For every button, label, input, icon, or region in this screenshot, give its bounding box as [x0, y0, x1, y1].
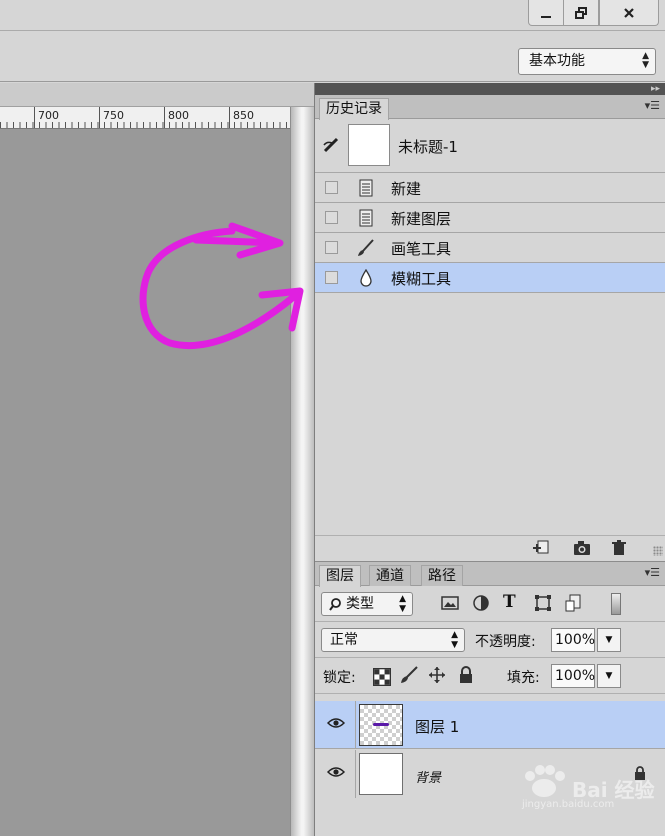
blur-drop-icon	[360, 269, 372, 287]
shape-layer-filter-icon[interactable]	[534, 594, 552, 612]
history-snapshot[interactable]: 未标题-1	[315, 119, 665, 173]
lock-position-icon[interactable]	[428, 666, 446, 684]
divider	[355, 701, 356, 749]
minimize-button[interactable]	[528, 0, 564, 26]
history-source-checkbox[interactable]	[325, 271, 338, 284]
fill-label: 填充:	[507, 670, 540, 686]
layer-thumbnail[interactable]	[359, 704, 403, 746]
new-document-from-state-icon[interactable]	[532, 540, 550, 556]
visibility-eye-icon[interactable]	[327, 717, 345, 729]
tab-channels[interactable]: 通道	[369, 565, 411, 586]
history-brush-icon	[323, 137, 339, 153]
canvas-area: 700 750 800 850	[0, 83, 314, 836]
lock-all-icon[interactable]	[457, 666, 475, 684]
resize-grip[interactable]	[653, 546, 663, 556]
ruler-label: 700	[38, 109, 59, 122]
layer-name: 图层 1	[415, 718, 460, 736]
chevron-updown-icon: ▲ ▼	[451, 630, 458, 650]
layer-filter-row: 类型 ▲ ▼ T	[315, 586, 665, 622]
history-tab-strip: 历史记录 ▾☰	[315, 95, 665, 120]
layer-name: 背景	[415, 771, 442, 786]
document-icon	[359, 179, 373, 197]
history-state[interactable]: 新建	[315, 173, 665, 203]
brush-icon	[358, 239, 374, 256]
history-state[interactable]: 新建图层	[315, 203, 665, 233]
lock-transparent-pixels-icon[interactable]	[373, 668, 391, 686]
trash-icon[interactable]	[611, 540, 627, 556]
history-state-selected[interactable]: 模糊工具	[315, 263, 665, 293]
history-panel: 历史记录 ▾☰ 未标题-1 新建 新建图层 画笔工具 模糊工具	[315, 95, 665, 559]
watermark: Bai 经验 jingyan.baidu.com	[510, 762, 660, 814]
ruler-label: 850	[233, 109, 254, 122]
workspace-select[interactable]: 基本功能 ▲ ▼	[518, 48, 656, 75]
filter-toggle-switch[interactable]	[611, 593, 621, 615]
restore-icon	[575, 6, 587, 19]
type-layer-filter-icon[interactable]: T	[503, 592, 516, 612]
panel-menu-icon[interactable]: ▾☰	[645, 566, 660, 579]
lock-row: 锁定: 填充: 100% ▼	[315, 658, 665, 694]
opacity-dropdown-button[interactable]: ▼	[597, 628, 621, 652]
watermark-url: jingyan.baidu.com	[522, 799, 615, 810]
layers-tab-strip: 图层 通道 路径 ▾☰	[315, 562, 665, 587]
opacity-input[interactable]: 100%	[551, 628, 595, 652]
panel-dock: ▸▸ 历史记录 ▾☰ 未标题-1 新建 新建图层 画笔工具 模糊工具 图层 通道…	[314, 83, 665, 836]
history-state-label: 新建图层	[391, 210, 452, 228]
tab-history[interactable]: 历史记录	[319, 98, 389, 120]
history-source-checkbox[interactable]	[325, 211, 338, 224]
history-state-label: 模糊工具	[391, 270, 452, 288]
options-bar: 基本功能 ▲ ▼	[0, 30, 665, 82]
vertical-scrollbar[interactable]	[290, 107, 314, 836]
filter-kind-label: 类型	[346, 596, 374, 612]
snapshot-label: 未标题-1	[398, 138, 458, 156]
document-tab-bar	[0, 83, 314, 107]
filter-kind-select[interactable]: 类型 ▲ ▼	[321, 592, 413, 616]
double-chevron-right-icon: ▸▸	[650, 84, 660, 94]
tab-paths[interactable]: 路径	[421, 565, 463, 586]
tab-layers[interactable]: 图层	[319, 565, 361, 587]
ruler-label: 800	[168, 109, 189, 122]
lock-image-pixels-icon[interactable]	[400, 666, 418, 684]
document-icon	[359, 209, 373, 227]
divider	[355, 750, 356, 798]
chevron-updown-icon: ▲ ▼	[399, 594, 406, 614]
history-source-checkbox[interactable]	[325, 181, 338, 194]
chevron-updown-icon: ▲ ▼	[642, 51, 649, 70]
paw-logo-icon	[525, 765, 565, 797]
blend-mode-select[interactable]: 正常 ▲ ▼	[321, 628, 465, 652]
horizontal-ruler: 700 750 800 850	[0, 107, 290, 129]
blend-row: 正常 ▲ ▼ 不透明度: 100% ▼	[315, 622, 665, 658]
document-canvas[interactable]	[0, 129, 290, 836]
window-title-bar	[0, 0, 665, 30]
lock-label: 锁定:	[323, 670, 356, 686]
fill-dropdown-button[interactable]: ▼	[597, 664, 621, 688]
blend-mode-label: 正常	[330, 632, 358, 648]
close-icon	[624, 7, 634, 18]
adjustment-layer-filter-icon[interactable]	[472, 594, 490, 612]
snapshot-thumbnail	[348, 124, 390, 166]
search-icon	[329, 598, 341, 611]
smart-object-filter-icon[interactable]	[565, 594, 583, 612]
stroke-preview	[373, 723, 389, 726]
pixel-layer-filter-icon[interactable]	[441, 594, 459, 612]
close-button[interactable]	[599, 0, 659, 26]
workspace-label: 基本功能	[529, 53, 585, 69]
fill-input[interactable]: 100%	[551, 664, 595, 688]
ruler-minor-ticks	[0, 122, 290, 128]
history-state-label: 新建	[391, 180, 422, 198]
visibility-eye-icon[interactable]	[327, 766, 345, 778]
layer-thumbnail[interactable]	[359, 753, 403, 795]
camera-icon[interactable]	[573, 540, 591, 556]
history-footer	[315, 535, 665, 559]
ruler-label: 750	[103, 109, 124, 122]
panel-collapse-bar[interactable]: ▸▸	[315, 83, 665, 95]
history-state[interactable]: 画笔工具	[315, 233, 665, 263]
panel-menu-icon[interactable]: ▾☰	[645, 99, 660, 112]
layer-row-selected[interactable]: 图层 1	[315, 701, 665, 749]
minimize-icon	[541, 15, 551, 18]
history-source-checkbox[interactable]	[325, 241, 338, 254]
restore-button[interactable]	[563, 0, 599, 26]
opacity-label: 不透明度:	[475, 634, 536, 650]
history-state-label: 画笔工具	[391, 240, 452, 258]
